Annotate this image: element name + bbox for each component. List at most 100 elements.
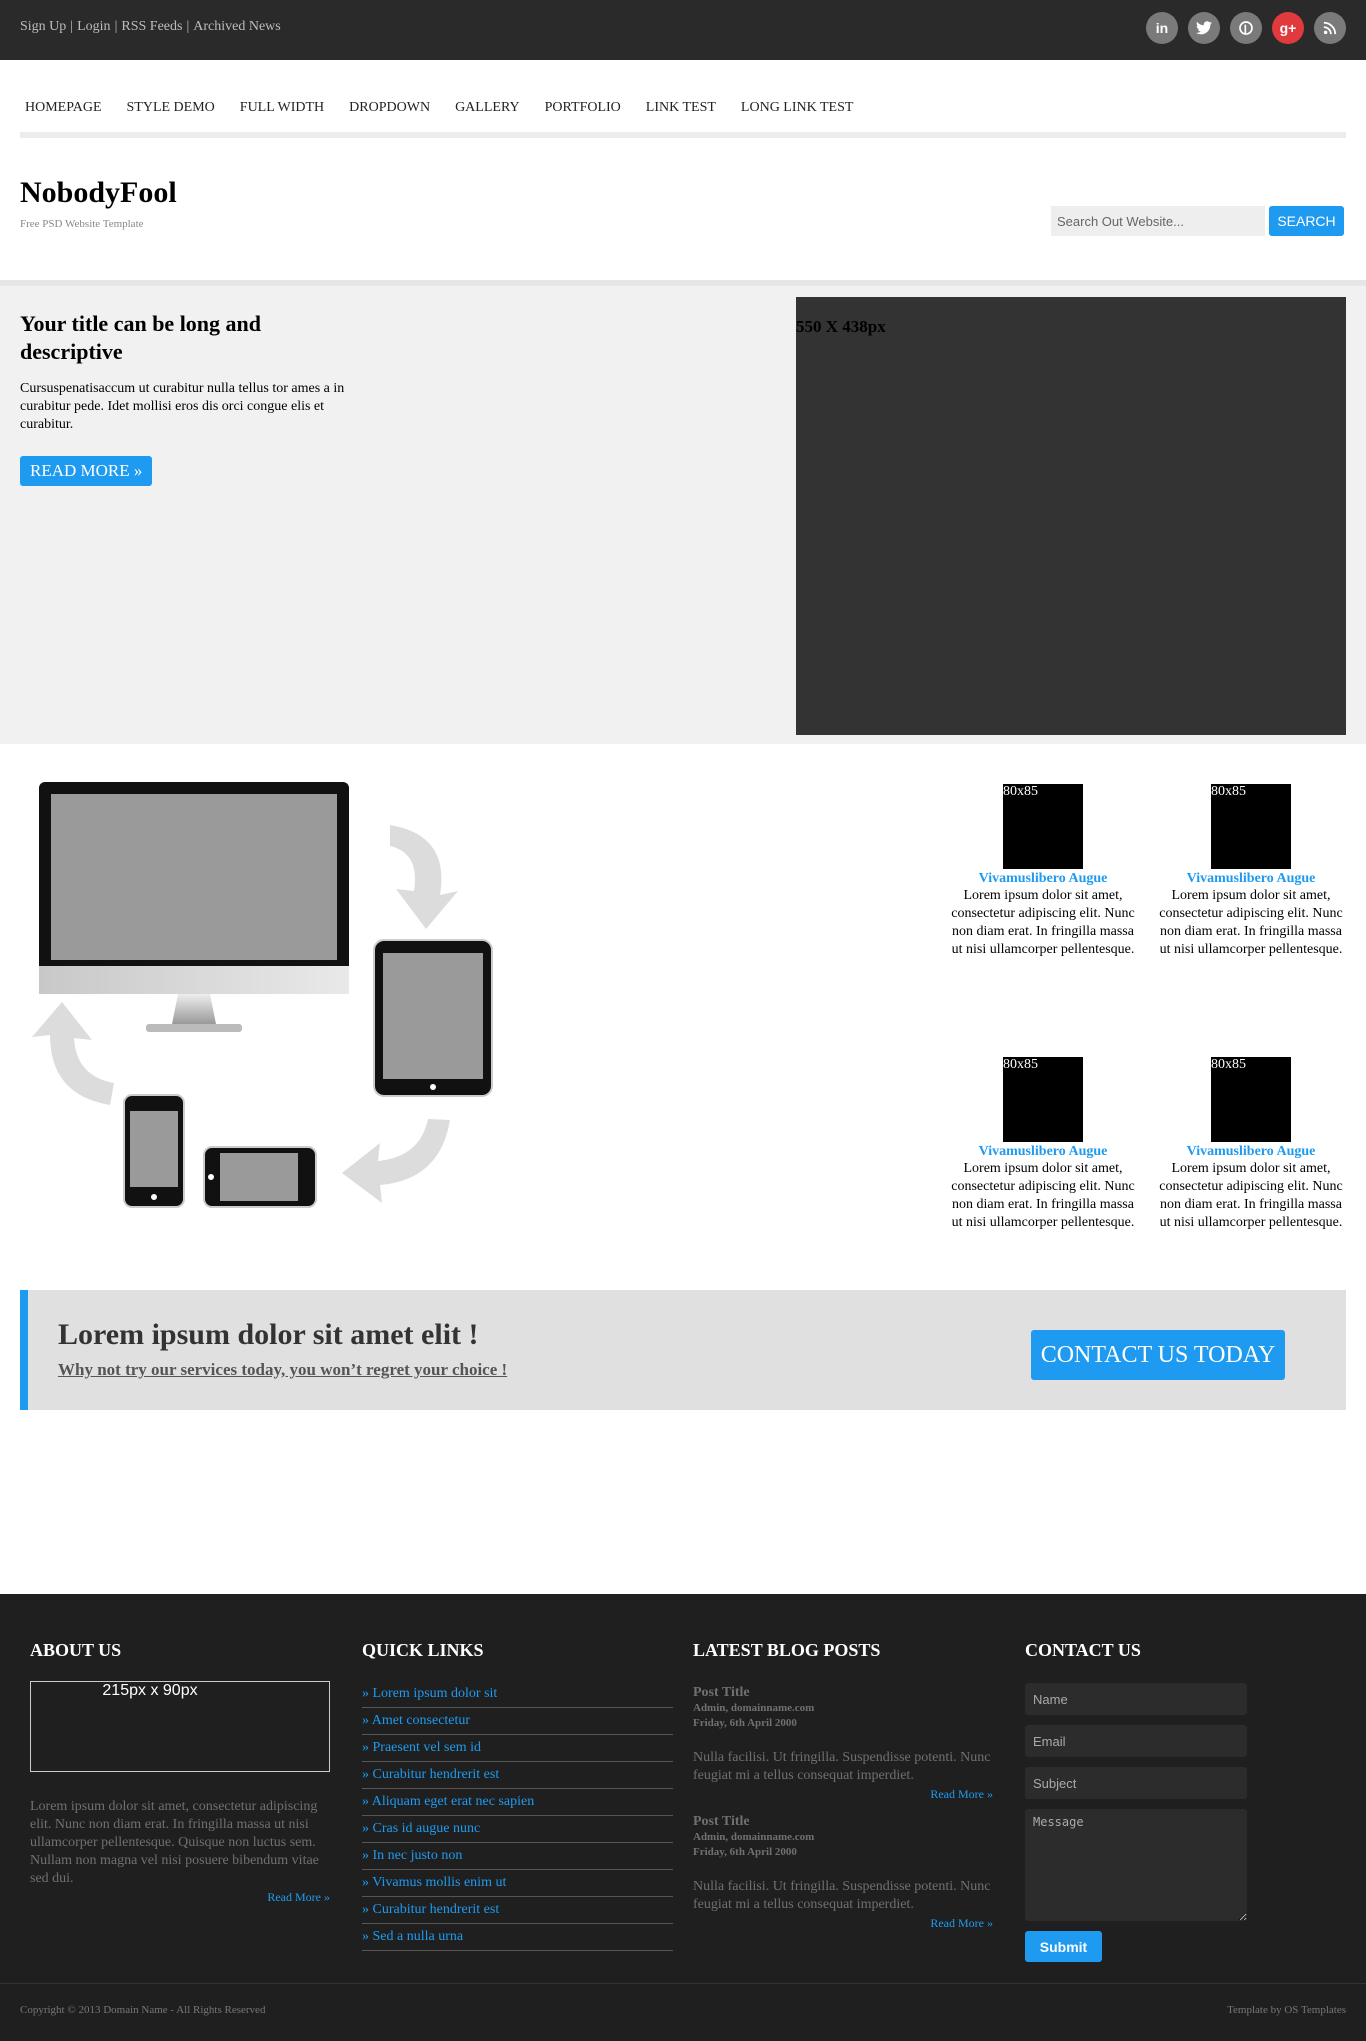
feature-text: Lorem ipsum dolor sit amet, consectetur … bbox=[1159, 888, 1343, 957]
search-input[interactable] bbox=[1051, 206, 1265, 236]
main-nav: HOMEPAGE STYLE DEMO FULL WIDTH DROPDOWN … bbox=[20, 100, 1346, 138]
post-date: Friday, 6th April 2000 bbox=[693, 1717, 797, 1729]
search-button[interactable]: SEARCH bbox=[1269, 206, 1344, 236]
quick-link[interactable]: » Cras id augue nunc bbox=[362, 1821, 480, 1836]
name-field[interactable] bbox=[1025, 1683, 1247, 1715]
template-credit-link[interactable]: Template by OS Templates bbox=[1227, 2004, 1346, 2016]
feature-title-link[interactable]: Vivamuslibero Augue bbox=[948, 871, 1138, 887]
nav-homepage[interactable]: HOMEPAGE bbox=[25, 100, 102, 115]
post-title-link[interactable]: Post Title bbox=[693, 1685, 993, 1701]
login-link[interactable]: Login bbox=[77, 19, 110, 34]
nav-gallery[interactable]: GALLERY bbox=[455, 100, 520, 115]
nav-dropdown[interactable]: DROPDOWN bbox=[349, 100, 430, 115]
feature-text: Lorem ipsum dolor sit amet, consectetur … bbox=[951, 888, 1135, 957]
quick-link[interactable]: » Amet consectetur bbox=[362, 1713, 470, 1728]
post-date: Friday, 6th April 2000 bbox=[693, 1846, 797, 1858]
blog-heading: LATEST BLOG POSTS bbox=[693, 1640, 881, 1660]
linkedin-icon[interactable]: in bbox=[1146, 12, 1178, 44]
google-plus-icon[interactable]: g+ bbox=[1272, 12, 1304, 44]
post-excerpt: Nulla facilisi. Ut fringilla. Suspendiss… bbox=[693, 1750, 991, 1783]
submit-button[interactable]: Submit bbox=[1025, 1931, 1102, 1962]
contact-heading: CONTACT US bbox=[1025, 1640, 1141, 1660]
top-bar: Sign Up | Login | RSS Feeds | Archived News in… bbox=[0, 0, 1366, 60]
arrow-left-icon bbox=[32, 1002, 114, 1105]
signup-link[interactable]: Sign Up bbox=[20, 19, 66, 34]
feature-title-link[interactable]: Vivamuslibero Augue bbox=[1156, 1144, 1346, 1160]
about-heading: ABOUT US bbox=[30, 1640, 122, 1660]
read-more-button[interactable]: READ MORE » bbox=[20, 456, 153, 486]
contact-form: Submit bbox=[1025, 1683, 1325, 1962]
contact-us-today-button[interactable]: CONTACT US TODAY bbox=[1031, 1330, 1285, 1380]
arrow-bottom-right-icon bbox=[342, 1119, 450, 1203]
cta-subtitle-link[interactable]: Why not try our services today, you won’… bbox=[58, 1360, 507, 1380]
bottom-bar: Copyright © 2013 Domain Name - All Right… bbox=[0, 1983, 1366, 2041]
quick-link[interactable]: » Lorem ipsum dolor sit bbox=[362, 1686, 497, 1701]
message-field[interactable] bbox=[1025, 1809, 1247, 1921]
hero-image-placeholder: 550 X 438px bbox=[796, 297, 1346, 735]
pinterest-icon[interactable] bbox=[1230, 12, 1262, 44]
about-text: Lorem ipsum dolor sit amet, consectetur … bbox=[30, 1799, 319, 1886]
post-excerpt: Nulla facilisi. Ut fringilla. Suspendiss… bbox=[693, 1879, 991, 1912]
quick-link[interactable]: » Vivamus mollis enim ut bbox=[362, 1875, 506, 1890]
nav-long-link-test[interactable]: LONG LINK TEST bbox=[741, 100, 854, 115]
blog-post: Post Title Admin, domainname.com Friday,… bbox=[693, 1685, 993, 1802]
phone-landscape-icon bbox=[203, 1146, 317, 1208]
rss-feeds-link[interactable]: RSS Feeds bbox=[121, 19, 182, 34]
nav-portfolio[interactable]: PORTFOLIO bbox=[545, 100, 621, 115]
nav-style-demo[interactable]: STYLE DEMO bbox=[127, 100, 215, 115]
footer-contact: CONTACT US Submit bbox=[1025, 1640, 1325, 1962]
feature-item: 80x85 Vivamuslibero Augue Lorem ipsum do… bbox=[948, 784, 1138, 959]
footer-quick-links: QUICK LINKS » Lorem ipsum dolor sit » Am… bbox=[362, 1640, 673, 1951]
feature-item: 80x85 Vivamuslibero Augue Lorem ipsum do… bbox=[948, 1057, 1138, 1232]
footer-blog: LATEST BLOG POSTS Post Title Admin, doma… bbox=[693, 1640, 993, 1931]
phone-icon bbox=[123, 1094, 185, 1208]
feature-item: 80x85 Vivamuslibero Augue Lorem ipsum do… bbox=[1156, 1057, 1346, 1232]
copyright-text: Copyright © 2013 Domain Name - All Right… bbox=[20, 2004, 266, 2016]
quick-link[interactable]: » Praesent vel sem id bbox=[362, 1740, 481, 1755]
twitter-icon[interactable] bbox=[1188, 12, 1220, 44]
post-author: Admin, domainname.com bbox=[693, 1831, 815, 1843]
about-image-placeholder: 215px x 90px bbox=[30, 1681, 330, 1772]
hero-text: Cursuspenatisaccum ut curabitur nulla te… bbox=[20, 381, 345, 432]
site-tagline: Free PSD Website Template bbox=[20, 218, 144, 230]
call-to-action: Lorem ipsum dolor sit amet elit ! Why no… bbox=[20, 1290, 1346, 1410]
feature-title-link[interactable]: Vivamuslibero Augue bbox=[1156, 871, 1346, 887]
feature-title-link[interactable]: Vivamuslibero Augue bbox=[948, 1144, 1138, 1160]
feature-item: 80x85 Vivamuslibero Augue Lorem ipsum do… bbox=[1156, 784, 1346, 959]
quick-link[interactable]: » Curabitur hendrerit est bbox=[362, 1902, 499, 1917]
monitor-icon bbox=[39, 782, 349, 1032]
arrow-top-right-icon bbox=[390, 825, 458, 929]
quick-link[interactable]: » Sed a nulla urna bbox=[362, 1929, 463, 1944]
feature-thumbnail: 80x85 bbox=[1211, 784, 1291, 869]
cta-title: Lorem ipsum dolor sit amet elit ! bbox=[58, 1318, 479, 1351]
tablet-icon bbox=[373, 939, 493, 1097]
post-title-link[interactable]: Post Title bbox=[693, 1814, 993, 1830]
nav-link-test[interactable]: LINK TEST bbox=[646, 100, 716, 115]
hero-title: Your title can be long and descriptive bbox=[20, 311, 262, 364]
blog-post: Post Title Admin, domainname.com Friday,… bbox=[693, 1814, 993, 1931]
feature-thumbnail: 80x85 bbox=[1003, 784, 1083, 869]
rss-icon[interactable] bbox=[1314, 12, 1346, 44]
email-field[interactable] bbox=[1025, 1725, 1247, 1757]
archived-news-link[interactable]: Archived News bbox=[193, 19, 280, 34]
top-links: Sign Up | Login | RSS Feeds | Archived News bbox=[20, 19, 281, 34]
about-read-more-link[interactable]: Read More » bbox=[267, 1890, 330, 1904]
site-logo[interactable]: NobodyFool bbox=[20, 176, 177, 210]
post-read-more-link[interactable]: Read More » bbox=[930, 1916, 993, 1930]
quick-links-heading: QUICK LINKS bbox=[362, 1640, 484, 1660]
quick-link[interactable]: » Aliquam eget erat nec sapien bbox=[362, 1794, 534, 1809]
footer-about: ABOUT US 215px x 90px Lorem ipsum dolor … bbox=[30, 1640, 330, 1905]
social-icons: in g+ bbox=[1146, 12, 1346, 44]
subject-field[interactable] bbox=[1025, 1767, 1247, 1799]
feature-thumbnail: 80x85 bbox=[1211, 1057, 1291, 1142]
feature-text: Lorem ipsum dolor sit amet, consectetur … bbox=[951, 1161, 1135, 1230]
post-author: Admin, domainname.com bbox=[693, 1702, 815, 1714]
feature-thumbnail: 80x85 bbox=[1003, 1057, 1083, 1142]
quick-link[interactable]: » In nec justo non bbox=[362, 1848, 462, 1863]
quick-link[interactable]: » Curabitur hendrerit est bbox=[362, 1767, 499, 1782]
feature-text: Lorem ipsum dolor sit amet, consectetur … bbox=[1159, 1161, 1343, 1230]
devices-illustration bbox=[32, 782, 493, 1208]
hero-section: Your title can be long and descriptive C… bbox=[0, 280, 1366, 744]
nav-full-width[interactable]: FULL WIDTH bbox=[240, 100, 324, 115]
post-read-more-link[interactable]: Read More » bbox=[930, 1787, 993, 1801]
